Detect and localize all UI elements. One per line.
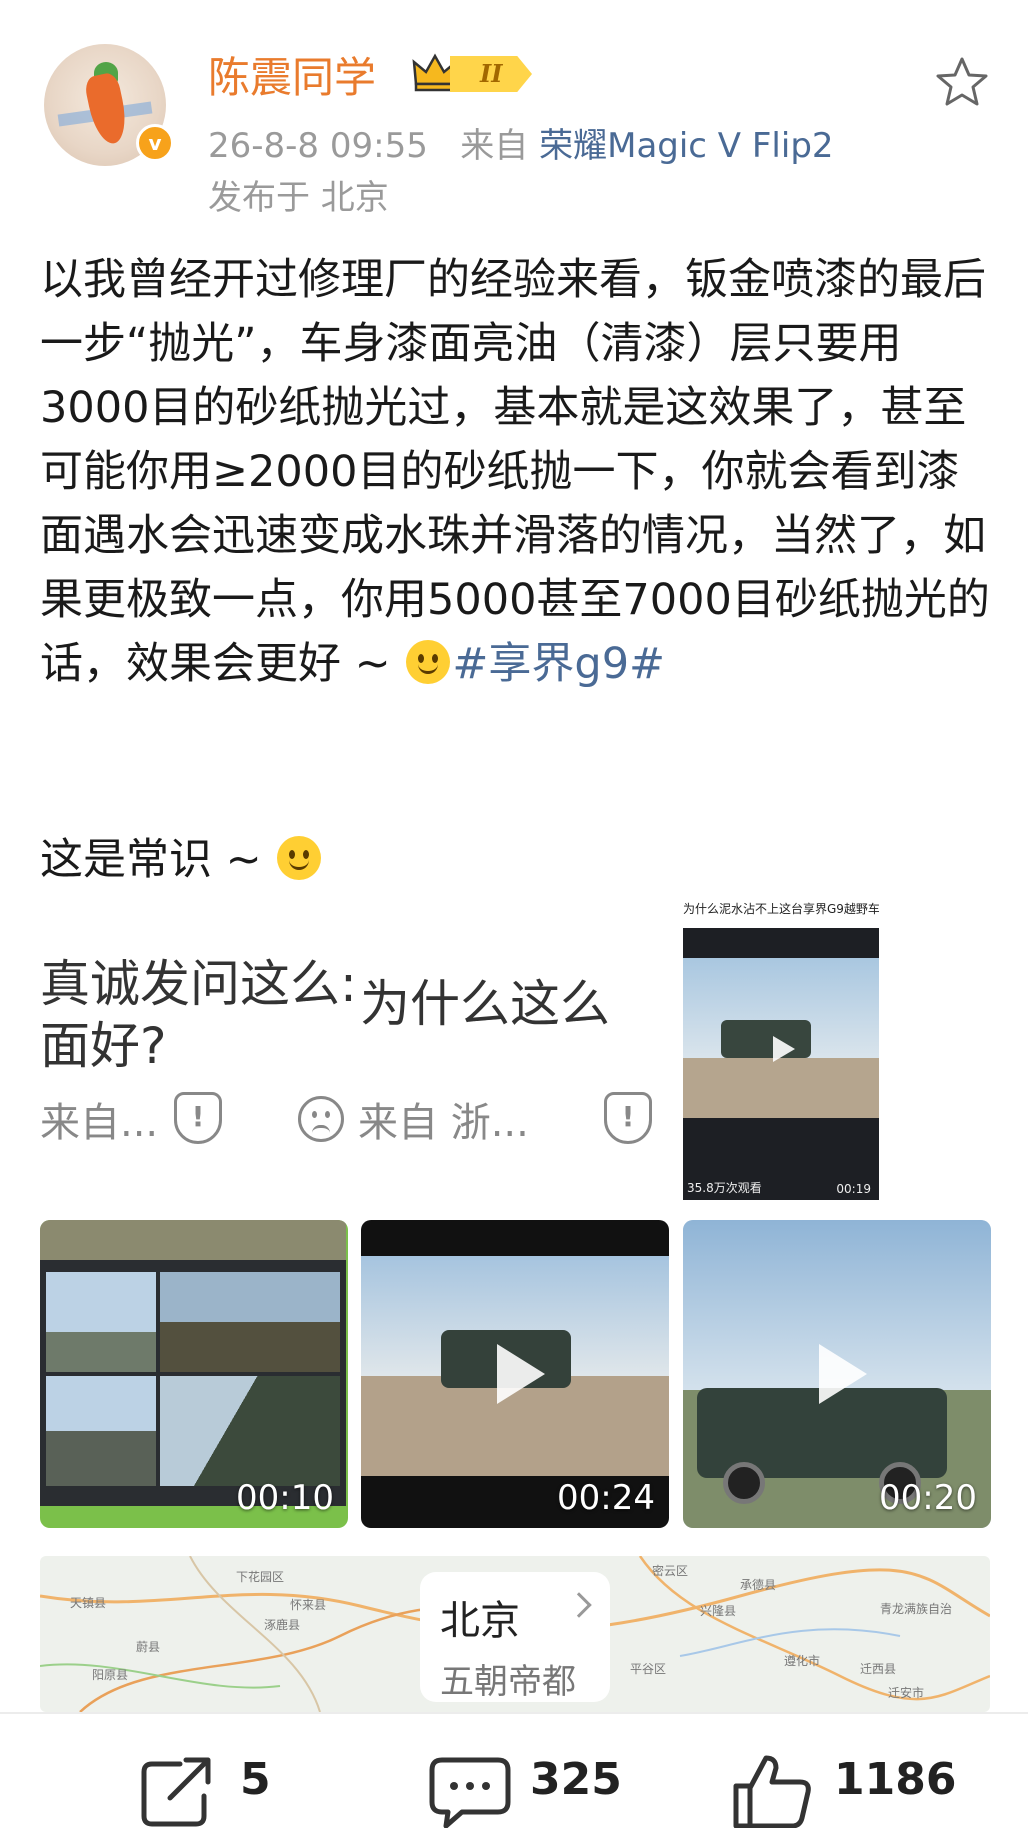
sad-face-icon — [298, 1096, 344, 1142]
hashtag-link[interactable]: #享界g9# — [452, 639, 665, 689]
map-town: 下花园区 — [236, 1570, 285, 1584]
video-card-ground — [683, 1058, 879, 1118]
screenshot-image[interactable]: 真诚发问这么: 为什么这么 面好? 来自... ! 来自 浙... ! — [40, 914, 682, 1200]
favorite-star-icon[interactable] — [934, 56, 990, 108]
divider — [0, 1712, 1028, 1714]
map-location-card[interactable]: 北京 五朝帝都 — [420, 1572, 610, 1702]
avatar-carrot — [83, 71, 131, 147]
map-town: 怀来县 — [290, 1598, 327, 1612]
map-town: 天镇县 — [70, 1596, 107, 1610]
username[interactable]: 陈震同学 — [208, 44, 376, 105]
thumb-panel — [160, 1272, 340, 1372]
second-line-text: 这是常识 ~ — [40, 835, 276, 885]
video-thumbnail-1[interactable]: 00:10 — [40, 1220, 348, 1528]
map-town: 阳原县 — [92, 1668, 129, 1682]
play-icon[interactable] — [497, 1344, 545, 1404]
video-card-duration: 00:19 — [836, 1182, 871, 1196]
video-duration: 00:20 — [879, 1478, 977, 1518]
map-city-description: 五朝帝都 — [440, 1662, 576, 1702]
thumbs-up-icon — [733, 1755, 811, 1828]
repost-count: 5 — [240, 1754, 271, 1805]
map-town: 遵化市 — [784, 1654, 821, 1668]
video-card-car — [721, 1020, 811, 1058]
weibo-post-page: v 陈震同学 II 26-8-8 09:55 来自 荣耀Magic V Flip… — [0, 0, 1028, 1828]
post-content: 以我曾经开过修理厂的经验来看，钣金喷漆的最后一步“抛光”，车身漆面亮油（清漆）层… — [40, 248, 1000, 696]
video-duration: 00:10 — [236, 1478, 334, 1518]
map-town: 蔚县 — [136, 1640, 161, 1654]
post-location: 发布于 北京 — [208, 178, 389, 218]
map-town: 平谷区 — [630, 1662, 667, 1676]
like-count: 1186 — [834, 1754, 957, 1805]
thumb-panel — [46, 1376, 156, 1486]
video-card-views: 35.8万次观看 — [687, 1181, 762, 1195]
repost-icon — [141, 1757, 211, 1827]
thinking-emoji-icon — [406, 640, 451, 684]
video-card-caption: 为什么泥水沾不上这台享界G9越野车? — [683, 898, 879, 928]
screenshot-text-c: 面好? — [40, 1017, 167, 1075]
video-duration: 00:24 — [557, 1478, 655, 1518]
map-town: 兴隆县 — [700, 1604, 737, 1618]
play-icon[interactable] — [819, 1344, 867, 1404]
device-link[interactable]: 荣耀Magic V Flip2 — [539, 126, 833, 166]
thumb-panel — [160, 1376, 340, 1486]
map-town: 迁西县 — [860, 1662, 897, 1676]
location-map[interactable]: 天镇县 下花园区 怀来县 涿鹿县 阳原县 承德县 兴隆县 青龙满族自治 遵化市 … — [40, 1556, 990, 1712]
map-town: 密云区 — [652, 1564, 689, 1578]
comment-count: 325 — [530, 1754, 622, 1805]
smile-emoji-icon — [277, 836, 322, 880]
thumb-top — [40, 1220, 346, 1260]
video-thumbnail-3[interactable]: 00:20 — [683, 1220, 991, 1528]
screenshot-text-b: 为什么这么 — [360, 975, 610, 1033]
thumb-panel — [46, 1272, 156, 1372]
map-town: 青龙满族自治 — [880, 1602, 953, 1616]
from-label: 来自 — [460, 126, 529, 166]
video-card[interactable]: 为什么泥水沾不上这台享界G9越野车? 35.8万次观看 00:19 — [683, 898, 879, 1200]
comment-icon — [429, 1757, 511, 1828]
map-town: 承德县 — [740, 1578, 777, 1592]
thumb-wheel — [723, 1462, 765, 1504]
post-text: 以我曾经开过修理厂的经验来看，钣金喷漆的最后一步“抛光”，车身漆面亮油（清漆）层… — [40, 255, 990, 689]
screenshot-row-left: 来自... — [40, 1100, 159, 1146]
verified-badge-icon: v — [136, 124, 174, 162]
post-text-second: 这是常识 ~ — [40, 828, 323, 892]
map-city: 北京 — [440, 1598, 520, 1644]
post-time: 26-8-8 09:55 — [208, 126, 428, 166]
screenshot-row-right: 来自 浙... — [358, 1100, 529, 1146]
report-icon-2: ! — [604, 1092, 652, 1144]
map-town: 涿鹿县 — [264, 1618, 301, 1632]
play-icon[interactable] — [773, 1036, 795, 1062]
post-meta: 26-8-8 09:55 来自 荣耀Magic V Flip2 — [208, 118, 834, 167]
report-icon: ! — [174, 1092, 222, 1144]
video-thumbnail-2[interactable]: 00:24 — [361, 1220, 669, 1528]
map-town: 迁安市 — [888, 1686, 925, 1700]
level-badge: II — [450, 56, 532, 92]
